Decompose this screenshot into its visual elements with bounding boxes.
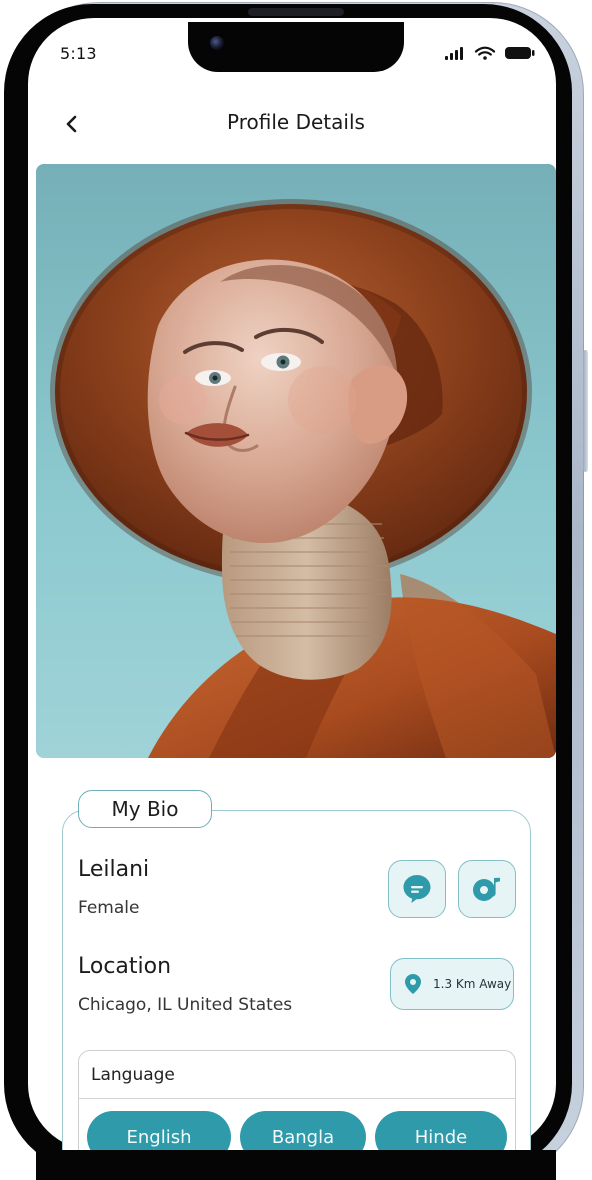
distance-text: 1.3 Km Away — [433, 977, 512, 991]
camera-dot — [210, 36, 224, 50]
profile-gender: Female — [78, 898, 140, 918]
music-disc-icon[interactable] — [470, 872, 504, 906]
music-button[interactable] — [458, 860, 516, 918]
side-button-power — [583, 350, 588, 472]
page-title: Profile Details — [227, 110, 365, 134]
chat-button[interactable] — [388, 860, 446, 918]
wifi-icon — [474, 46, 496, 60]
speaker — [248, 8, 344, 16]
profile-name: Leilani — [78, 857, 150, 882]
top-nav: Profile Details — [36, 92, 556, 156]
profile-photo[interactable] — [36, 164, 556, 758]
location-label: Location — [78, 954, 172, 979]
status-time: 5:13 — [60, 44, 97, 63]
signal-icon — [445, 47, 463, 60]
status-icons — [444, 45, 536, 61]
screen-bottom-mask — [36, 1150, 556, 1180]
distance-chip: 1.3 Km Away — [390, 958, 514, 1010]
location-value: Chicago, IL United States — [78, 995, 293, 1015]
language-divider — [79, 1098, 515, 1099]
location-pin-icon — [405, 974, 421, 994]
language-title: Language — [91, 1065, 175, 1085]
battery-icon — [505, 47, 535, 59]
bio-tab: My Bio — [78, 790, 212, 828]
chat-bubble-icon[interactable] — [400, 872, 434, 906]
portrait-illustration — [36, 164, 556, 758]
